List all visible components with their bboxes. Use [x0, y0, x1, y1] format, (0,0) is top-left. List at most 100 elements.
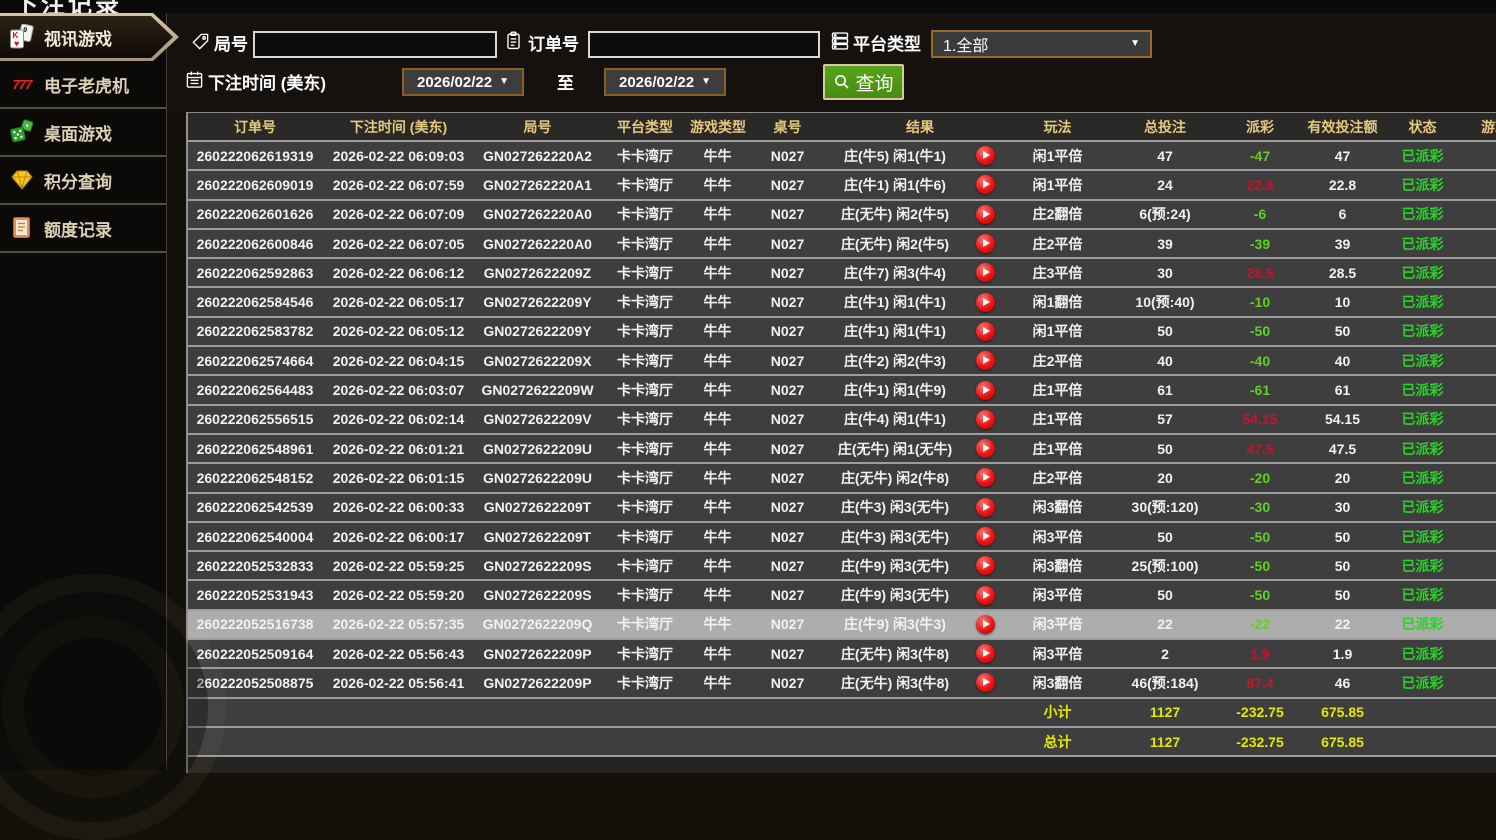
- sidebar-item-slots[interactable]: 777 电子老虎机: [0, 61, 166, 109]
- replay-play-button[interactable]: [976, 527, 995, 546]
- date-from-picker[interactable]: 2026/02/22 ▼: [402, 68, 524, 96]
- cell-game-type: 牛牛: [690, 409, 745, 429]
- platform-type-select[interactable]: 1.全部 ▼: [931, 30, 1152, 58]
- table-row[interactable]: 260222052516738 2026-02-22 05:57:35 GN02…: [188, 611, 1496, 640]
- replay-play-button[interactable]: [976, 146, 995, 165]
- cell-table-no: N027: [745, 499, 830, 515]
- replay-play-button[interactable]: [976, 205, 995, 224]
- sidebar-item-label: 电子老虎机: [44, 72, 129, 97]
- cell-status: 已派彩: [1390, 321, 1455, 341]
- search-button[interactable]: 查询: [823, 64, 904, 100]
- search-icon: [833, 73, 851, 91]
- cell-valid-bet: 10: [1295, 294, 1390, 310]
- cell-valid-bet: 47.5: [1295, 441, 1390, 457]
- cell-table-no: N027: [745, 323, 830, 339]
- cell-valid-bet: 54.15: [1295, 411, 1390, 427]
- bet-time-label: 下注时间 (美东): [208, 69, 326, 94]
- cell-platform: 卡卡湾厅: [600, 556, 690, 576]
- cell-round-id: GN0272622209P: [475, 646, 600, 662]
- sidebar-item-table-games[interactable]: 桌面游戏: [0, 109, 166, 157]
- replay-play-button[interactable]: [976, 351, 995, 370]
- replay-play-button[interactable]: [976, 175, 995, 194]
- replay-play-button[interactable]: [976, 615, 995, 634]
- svg-text:♥: ♥: [14, 39, 19, 49]
- cell-play-type: 闲1平倍: [1010, 321, 1105, 341]
- replay-play-button[interactable]: [976, 410, 995, 429]
- cell-game-type: 牛牛: [690, 556, 745, 576]
- replay-play-button[interactable]: [976, 468, 995, 487]
- replay-play-button[interactable]: [976, 439, 995, 458]
- replay-play-button[interactable]: [976, 381, 995, 400]
- table-row[interactable]: 260222062540004 2026-02-22 06:00:17 GN02…: [188, 523, 1496, 552]
- cell-platform: 卡卡湾厅: [600, 644, 690, 664]
- table-row[interactable]: 260222062542539 2026-02-22 06:00:33 GN02…: [188, 494, 1496, 523]
- table-row[interactable]: 260222062600846 2026-02-22 06:07:05 GN02…: [188, 230, 1496, 259]
- total-total-bet: 1127: [1105, 734, 1225, 750]
- replay-play-button[interactable]: [976, 644, 995, 663]
- cell-play-type: 闲3翻倍: [1010, 556, 1105, 576]
- sidebar-item-quota-records[interactable]: 额度记录: [0, 205, 166, 253]
- table-row[interactable]: 260222052532833 2026-02-22 05:59:25 GN02…: [188, 552, 1496, 581]
- cell-status: 已派彩: [1390, 204, 1455, 224]
- cell-play-type: 庄1平倍: [1010, 409, 1105, 429]
- replay-play-button[interactable]: [976, 498, 995, 517]
- table-row[interactable]: 260222062548961 2026-02-22 06:01:21 GN02…: [188, 435, 1496, 464]
- table-row[interactable]: 260222062564483 2026-02-22 06:03:07 GN02…: [188, 376, 1496, 405]
- col-play-type: 玩法: [1010, 117, 1105, 137]
- cell-valid-bet: 46: [1295, 675, 1390, 691]
- replay-play-button[interactable]: [976, 263, 995, 282]
- replay-play-button[interactable]: [976, 293, 995, 312]
- table-row[interactable]: 260222062574664 2026-02-22 06:04:15 GN02…: [188, 347, 1496, 376]
- cell-bet-time: 2026-02-22 06:00:33: [322, 499, 475, 515]
- cell-table-no: N027: [745, 382, 830, 398]
- table-row[interactable]: 260222062584546 2026-02-22 06:05:17 GN02…: [188, 288, 1496, 317]
- cell-status: 已派彩: [1390, 468, 1455, 488]
- cell-platform: 卡卡湾厅: [600, 292, 690, 312]
- table-row[interactable]: 260222052531943 2026-02-22 05:59:20 GN02…: [188, 581, 1496, 610]
- cell-status: 已派彩: [1390, 234, 1455, 254]
- table-row[interactable]: 260222062583782 2026-02-22 06:05:12 GN02…: [188, 318, 1496, 347]
- cell-game-type: 牛牛: [690, 263, 745, 283]
- table-row[interactable]: 260222062609019 2026-02-22 06:07:59 GN02…: [188, 171, 1496, 200]
- cell-result: 庄(无牛) 闲3(牛8): [830, 673, 1010, 693]
- cell-payout: -40: [1225, 353, 1295, 369]
- table-row[interactable]: 260222062619319 2026-02-22 06:09:03 GN02…: [188, 142, 1496, 171]
- sidebar-item-video-games[interactable]: 9 K ♥ 视讯游戏: [0, 13, 166, 61]
- cell-total-bet: 61: [1105, 382, 1225, 398]
- cell-result: 庄(牛1) 闲1(牛9): [830, 380, 1010, 400]
- replay-play-button[interactable]: [976, 673, 995, 692]
- cell-payout: -39: [1225, 236, 1295, 252]
- replay-play-button[interactable]: [976, 234, 995, 253]
- table-row[interactable]: 260222062601626 2026-02-22 06:07:09 GN02…: [188, 201, 1496, 230]
- cell-status: 已派彩: [1390, 409, 1455, 429]
- cell-play-type: 闲3平倍: [1010, 527, 1105, 547]
- table-row[interactable]: 260222062556515 2026-02-22 06:02:14 GN02…: [188, 406, 1496, 435]
- cell-round-id: GN0272622209P: [475, 675, 600, 691]
- replay-play-button[interactable]: [976, 322, 995, 341]
- table-body: 260222062619319 2026-02-22 06:09:03 GN02…: [188, 142, 1496, 699]
- cell-total-bet: 30: [1105, 265, 1225, 281]
- cell-bet-time: 2026-02-22 06:06:12: [322, 265, 475, 281]
- cell-order-id: 260222062548961: [188, 441, 322, 457]
- sidebar-item-points[interactable]: 积分查询: [0, 157, 166, 205]
- replay-play-button[interactable]: [976, 586, 995, 605]
- date-to-picker[interactable]: 2026/02/22 ▼: [604, 68, 726, 96]
- result-text: 庄(牛1) 闲1(牛6): [830, 175, 960, 195]
- result-text: 庄(牛2) 闲2(牛3): [830, 351, 960, 371]
- cell-table-no: N027: [745, 646, 830, 662]
- search-button-label: 查询: [855, 69, 893, 96]
- replay-play-button[interactable]: [976, 556, 995, 575]
- cell-order-id: 260222062583782: [188, 323, 322, 339]
- round-number-input[interactable]: [253, 31, 497, 58]
- table-row[interactable]: 260222062592863 2026-02-22 06:06:12 GN02…: [188, 259, 1496, 288]
- subtotal-total-bet: 1127: [1105, 704, 1225, 720]
- total-payout: -232.75: [1225, 734, 1295, 750]
- order-number-input[interactable]: [588, 31, 820, 58]
- cell-total-bet: 24: [1105, 177, 1225, 193]
- table-row[interactable]: 260222062548152 2026-02-22 06:01:15 GN02…: [188, 464, 1496, 493]
- cell-table-no: N027: [745, 236, 830, 252]
- cell-payout: -50: [1225, 558, 1295, 574]
- table-row[interactable]: 260222052509164 2026-02-22 05:56:43 GN02…: [188, 640, 1496, 669]
- table-row[interactable]: 260222052508875 2026-02-22 05:56:41 GN02…: [188, 669, 1496, 698]
- result-text: 庄(无牛) 闲1(无牛): [830, 439, 960, 459]
